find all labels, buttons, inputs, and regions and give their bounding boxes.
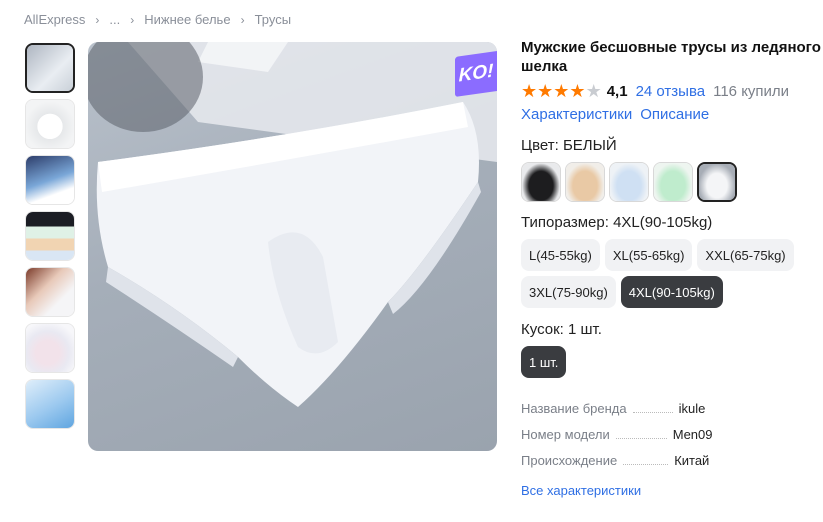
product-tabs: Характеристики Описание bbox=[521, 106, 821, 123]
chevron-right-icon: › bbox=[240, 12, 245, 27]
all-specs-link[interactable]: Все характеристики bbox=[521, 483, 821, 498]
size-option-xxl[interactable]: XXL(65-75kg) bbox=[697, 239, 794, 271]
swatch-beige[interactable] bbox=[565, 162, 605, 202]
star-icon: ★ bbox=[521, 81, 538, 101]
spec-key: Номер модели bbox=[521, 427, 610, 442]
specs-list: Название бренда ikule Номер модели Men09… bbox=[521, 401, 821, 479]
thumbnail-5[interactable] bbox=[25, 267, 75, 317]
chevron-right-icon: › bbox=[130, 12, 135, 27]
spec-leader bbox=[632, 412, 673, 413]
thumbnail-4[interactable] bbox=[25, 211, 75, 261]
tab-description[interactable]: Описание bbox=[640, 106, 709, 123]
spec-row: Происхождение Китай bbox=[521, 453, 821, 479]
breadcrumb: AllExpress › ... › Нижнее белье › Трусы bbox=[24, 12, 291, 27]
star-icon: ★ bbox=[553, 81, 570, 101]
spec-row: Номер модели Men09 bbox=[521, 427, 821, 453]
rating-row: ★ ★ ★ ★ ★ 4,1 24 отзыва 116 купили bbox=[521, 82, 821, 100]
spec-value: ikule bbox=[678, 401, 706, 416]
breadcrumb-home[interactable]: AllExpress bbox=[24, 12, 85, 27]
spec-leader bbox=[615, 438, 667, 439]
swatch-white[interactable] bbox=[697, 162, 737, 202]
size-option-xl[interactable]: XL(55-65kg) bbox=[604, 239, 693, 271]
size-options: L(45-55kg) XL(55-65kg) XXL(65-75kg) 3XL(… bbox=[521, 239, 821, 313]
star-empty-icon: ★ bbox=[585, 81, 602, 101]
product-main-image[interactable]: KO! bbox=[88, 42, 497, 451]
thumbnail-2[interactable] bbox=[25, 99, 75, 149]
thumbnail-3[interactable] bbox=[25, 155, 75, 205]
breadcrumb-underwear[interactable]: Нижнее белье bbox=[144, 12, 230, 27]
product-title: Мужские бесшовные трусы из ледяного шелк… bbox=[521, 39, 821, 75]
product-photo bbox=[88, 42, 497, 407]
swatch-light-blue[interactable] bbox=[609, 162, 649, 202]
breadcrumb-briefs[interactable]: Трусы bbox=[255, 12, 292, 27]
color-label: Цвет: БЕЛЫЙ bbox=[521, 137, 617, 154]
spec-value: Китай bbox=[674, 453, 710, 468]
color-swatches bbox=[521, 162, 821, 202]
swatch-black[interactable] bbox=[521, 162, 561, 202]
sold-count: 116 купили bbox=[713, 82, 790, 100]
tab-characteristics[interactable]: Характеристики bbox=[521, 106, 632, 123]
promo-badge: KO! bbox=[455, 51, 497, 97]
spec-key: Название бренда bbox=[521, 401, 627, 416]
thumbnail-1[interactable] bbox=[25, 43, 75, 93]
star-icon: ★ bbox=[569, 81, 586, 101]
quantity-option-1[interactable]: 1 шт. bbox=[521, 346, 567, 378]
star-icon: ★ bbox=[537, 81, 554, 101]
spec-leader bbox=[623, 464, 669, 465]
rating-stars: ★ ★ ★ ★ ★ bbox=[521, 82, 602, 100]
quantity-label: Кусок: 1 шт. bbox=[521, 321, 602, 338]
size-option-4xl[interactable]: 4XL(90-105kg) bbox=[620, 276, 723, 308]
thumbnail-list bbox=[25, 43, 77, 435]
reviews-link[interactable]: 24 отзыва bbox=[636, 83, 706, 100]
spec-value: Men09 bbox=[672, 427, 713, 442]
swatch-mint[interactable] bbox=[653, 162, 693, 202]
size-option-l[interactable]: L(45-55kg) bbox=[521, 239, 600, 271]
size-label: Типоразмер: 4XL(90-105kg) bbox=[521, 214, 713, 231]
chevron-right-icon: › bbox=[95, 12, 100, 27]
spec-row: Название бренда ikule bbox=[521, 401, 821, 427]
spec-key: Происхождение bbox=[521, 453, 618, 468]
breadcrumb-ellipsis[interactable]: ... bbox=[109, 12, 120, 27]
rating-value: 4,1 bbox=[606, 82, 628, 100]
size-option-3xl[interactable]: 3XL(75-90kg) bbox=[521, 276, 616, 308]
thumbnail-6[interactable] bbox=[25, 323, 75, 373]
thumbnail-7[interactable] bbox=[25, 379, 75, 429]
product-info: Мужские бесшовные трусы из ледяного шелк… bbox=[521, 38, 821, 498]
quantity-options: 1 шт. bbox=[521, 346, 821, 383]
